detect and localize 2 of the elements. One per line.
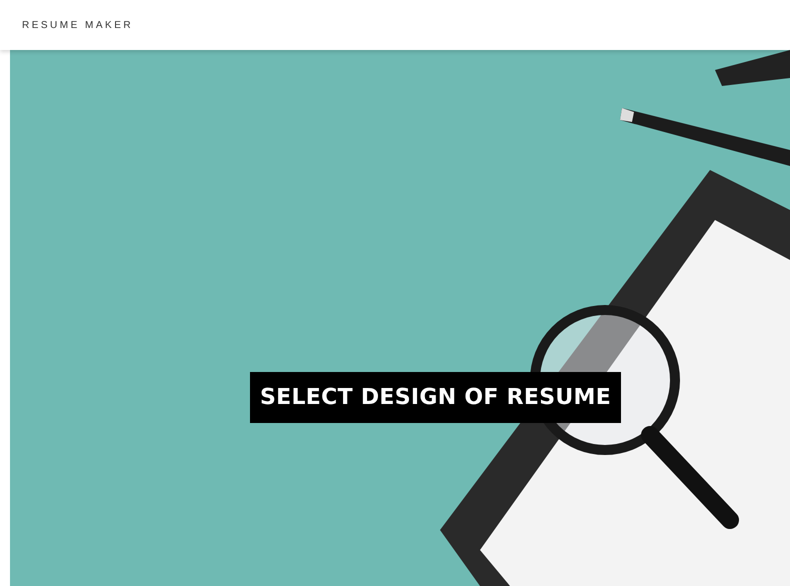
hero-title: SELECT DESIGN OF RESUME [250,372,622,423]
brand-logo[interactable]: RESUME MAKER [22,18,134,32]
